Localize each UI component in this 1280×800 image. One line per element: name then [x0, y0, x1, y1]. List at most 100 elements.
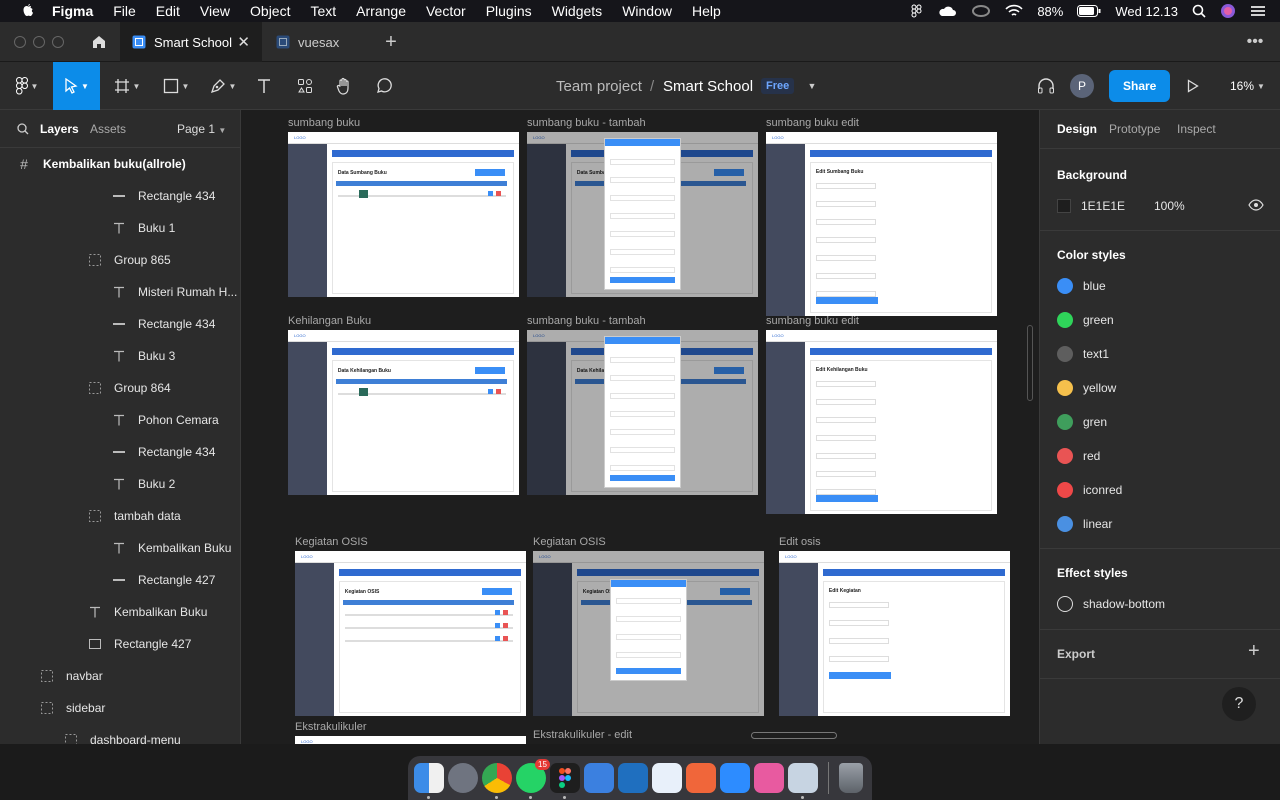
zoom-dropdown[interactable]: 16% ▼ — [1230, 62, 1265, 110]
frame-label[interactable]: sumbang buku - tambah — [527, 315, 646, 327]
layer-row[interactable]: Rectangle 434 — [0, 436, 240, 468]
color-style-item[interactable]: linear — [1057, 514, 1112, 534]
frame-tool-button[interactable]: ▼ — [106, 62, 148, 110]
more-options-icon[interactable]: ••• — [1240, 22, 1270, 62]
menu-file[interactable]: File — [113, 3, 136, 19]
siri-icon[interactable] — [1220, 3, 1236, 19]
tab-inspect[interactable]: Inspect — [1177, 122, 1216, 136]
menu-view[interactable]: View — [200, 3, 230, 19]
layer-row[interactable]: Misteri Rumah H... — [0, 276, 240, 308]
frame-label[interactable]: Kehilangan Buku — [288, 315, 371, 327]
tab-layers[interactable]: Layers — [40, 122, 79, 136]
search-icon[interactable] — [17, 123, 29, 135]
frame-label[interactable]: sumbang buku edit — [766, 117, 859, 129]
zoom-icon[interactable] — [720, 763, 750, 793]
color-style-item[interactable]: yellow — [1057, 378, 1116, 398]
xcode-icon[interactable] — [584, 763, 614, 793]
tab-prototype[interactable]: Prototype — [1109, 122, 1160, 136]
frame-label[interactable]: Kegiatan OSIS — [533, 536, 606, 548]
onyx-icon[interactable] — [754, 763, 784, 793]
move-tool-button[interactable]: ▼ — [53, 62, 100, 110]
share-button[interactable]: Share — [1109, 62, 1171, 110]
layer-row[interactable]: Kembalikan Buku — [0, 596, 240, 628]
tab-vuesax[interactable]: vuesax — [262, 22, 372, 62]
trash-icon[interactable] — [839, 763, 863, 793]
text-tool-button[interactable] — [250, 62, 278, 110]
tab-smart-school[interactable]: Smart School ✕ — [120, 22, 262, 62]
frame-ekstrakulikuler[interactable]: LOGO — [295, 736, 526, 744]
frame-sumbang-buku-edit[interactable]: LOGO Edit Sumbang Buku — [766, 132, 997, 316]
layer-row[interactable]: Rectangle 427 — [0, 564, 240, 596]
frame-kegiatan-osis[interactable]: LOGO Kegiatan OSIS — [295, 551, 526, 716]
menu-arrange[interactable]: Arrange — [356, 3, 406, 19]
frame-label[interactable]: Kegiatan OSIS — [295, 536, 368, 548]
frame-sumbang-buku[interactable]: LOGO Data Sumbang Buku — [288, 132, 519, 297]
background-swatch[interactable] — [1057, 199, 1071, 213]
preview-icon[interactable] — [788, 763, 818, 793]
cloud-icon[interactable] — [937, 4, 957, 18]
window-minimize-button[interactable] — [33, 36, 45, 48]
menu-object[interactable]: Object — [250, 3, 290, 19]
color-style-item[interactable]: text1 — [1057, 344, 1109, 364]
pen-tool-button[interactable]: ▼ — [202, 62, 244, 110]
menubar-clock[interactable]: Wed 12.13 — [1115, 4, 1178, 19]
background-opacity[interactable]: 100% — [1154, 199, 1185, 213]
frame-kegiatan-osis-tambah[interactable]: LOGO Kegiatan OSIS — [533, 551, 764, 716]
frame-label[interactable]: sumbang buku - tambah — [527, 117, 646, 129]
layer-frame[interactable]: # Kembalikan buku(allrole) — [0, 148, 240, 180]
frame-kehilangan-edit[interactable]: LOGO Edit Kehilangan Buku — [766, 330, 997, 514]
present-button[interactable] — [1184, 62, 1202, 110]
launchpad-icon[interactable] — [448, 763, 478, 793]
menu-text[interactable]: Text — [310, 3, 336, 19]
frame-label[interactable]: sumbang buku edit — [766, 315, 859, 327]
spotlight-search-icon[interactable] — [1192, 4, 1206, 18]
new-tab-button[interactable]: + — [380, 22, 402, 62]
resources-button[interactable] — [290, 62, 320, 110]
color-style-item[interactable]: blue — [1057, 276, 1106, 296]
vertical-scrollbar[interactable] — [1027, 325, 1033, 401]
layer-row[interactable]: tambah data — [0, 500, 240, 532]
horizontal-scrollbar[interactable] — [751, 732, 837, 739]
layer-row[interactable]: Group 865 — [0, 244, 240, 276]
layer-row[interactable]: Kembalikan Buku — [0, 532, 240, 564]
layer-row[interactable]: Buku 2 — [0, 468, 240, 500]
frame-sumbang-buku-tambah[interactable]: LOGO Data Sumbang — [527, 132, 758, 297]
audio-button[interactable] — [1035, 62, 1057, 110]
frame-kehilangan-buku[interactable]: LOGO Data Kehilangan Buku — [288, 330, 519, 495]
file-menu-chevron-icon[interactable]: ▼ — [804, 62, 820, 110]
file-name[interactable]: Smart School — [663, 62, 753, 110]
figma-menu-icon[interactable] — [911, 4, 923, 18]
layer-row[interactable]: Buku 1 — [0, 212, 240, 244]
color-style-item[interactable]: red — [1057, 446, 1100, 466]
layer-row[interactable]: Group 864 — [0, 372, 240, 404]
menu-help[interactable]: Help — [692, 3, 721, 19]
apple-icon[interactable] — [20, 3, 36, 19]
hand-tool-button[interactable] — [330, 62, 358, 110]
figma-icon[interactable] — [550, 763, 580, 793]
add-export-icon[interactable]: + — [1248, 640, 1260, 663]
menu-plugins[interactable]: Plugins — [486, 3, 532, 19]
color-style-item[interactable]: iconred — [1057, 480, 1122, 500]
help-button[interactable]: ? — [1222, 687, 1256, 721]
shape-tool-button[interactable]: ▼ — [154, 62, 198, 110]
frame-label[interactable]: Edit osis — [779, 536, 821, 548]
color-style-item[interactable]: gren — [1057, 412, 1107, 432]
color-style-item[interactable]: green — [1057, 310, 1114, 330]
tab-design[interactable]: Design — [1057, 122, 1097, 136]
background-hex[interactable]: 1E1E1E — [1081, 199, 1125, 213]
frame-edit-osis[interactable]: LOGO Edit Kegiatan — [779, 551, 1010, 716]
chrome-icon[interactable] — [482, 763, 512, 793]
pen-icon[interactable] — [686, 763, 716, 793]
menu-vector[interactable]: Vector — [426, 3, 466, 19]
wifi-icon[interactable] — [1005, 4, 1023, 18]
finder-icon[interactable] — [414, 763, 444, 793]
layer-row[interactable]: Buku 3 — [0, 340, 240, 372]
menu-edit[interactable]: Edit — [156, 3, 180, 19]
effect-style-item[interactable]: shadow-bottom — [1057, 594, 1165, 614]
frame-label[interactable]: Ekstrakulikuler - edit — [533, 729, 632, 741]
layer-row[interactable]: Rectangle 434 — [0, 180, 240, 212]
layer-row[interactable]: navbar — [0, 660, 240, 692]
layer-row[interactable]: Pohon Cemara — [0, 404, 240, 436]
vscode-icon[interactable] — [618, 763, 648, 793]
layer-row[interactable]: dashboard-menu — [0, 724, 240, 744]
